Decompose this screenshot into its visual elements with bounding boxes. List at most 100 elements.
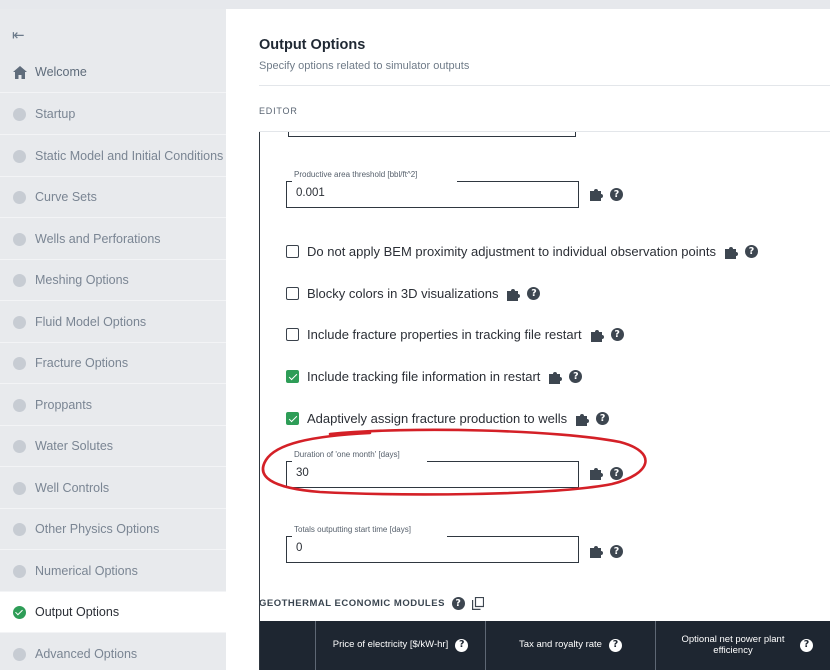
main-content: Output Options Specify options related t…: [226, 9, 830, 670]
checkbox-bem[interactable]: [286, 245, 299, 258]
divider: [259, 85, 830, 86]
column-label: Price of electricity [$/kW-hr]: [332, 639, 449, 651]
help-icon[interactable]: ?: [800, 639, 813, 652]
sidebar-item-other-physics[interactable]: Other Physics Options: [0, 509, 226, 550]
one-month-input[interactable]: [286, 461, 579, 488]
step-status-icon: [13, 232, 26, 246]
field-label: Totals outputting start time [days]: [294, 525, 411, 534]
help-icon[interactable]: ?: [451, 597, 465, 610]
field-label: Duration of 'one month' [days]: [294, 450, 400, 459]
editor-panel: Productive area threshold [bbl/ft^2] 0.0…: [259, 132, 830, 670]
step-status-icon: [13, 398, 26, 412]
checkbox-row-tracking-file[interactable]: Include tracking file information in res…: [286, 369, 583, 384]
sidebar-item-label: Startup: [35, 107, 76, 121]
collapse-left-icon[interactable]: ⇤: [12, 26, 25, 44]
checkbox-fracture-properties[interactable]: [286, 328, 299, 341]
sidebar-item-output[interactable]: Output Options: [0, 592, 226, 633]
copy-icon[interactable]: [471, 597, 484, 610]
checkbox-row-blocky-colors[interactable]: Blocky colors in 3D visualizations ?: [286, 286, 541, 301]
help-icon[interactable]: ?: [610, 466, 623, 480]
sidebar-item-proppants[interactable]: Proppants: [0, 385, 226, 426]
sidebar-item-label: Other Physics Options: [35, 522, 160, 536]
section-title: GEOTHERMAL ECONOMIC MODULES: [259, 598, 445, 609]
column-header-tax-royalty: Tax and royalty rate ?: [486, 621, 656, 670]
sidebar-item-well-controls[interactable]: Well Controls: [0, 468, 226, 509]
help-icon[interactable]: ?: [610, 187, 623, 201]
puzzle-icon[interactable]: [724, 245, 740, 259]
puzzle-icon[interactable]: [575, 412, 591, 426]
help-icon[interactable]: ?: [527, 287, 541, 300]
sidebar: ⇤ Welcome Startup Static Model and Initi…: [0, 9, 226, 670]
previous-field-edge: [288, 132, 576, 137]
checkbox-label: Blocky colors in 3D visualizations: [307, 286, 499, 301]
help-icon[interactable]: ?: [596, 412, 610, 425]
step-status-icon: [13, 564, 26, 578]
totals-start-field: Totals outputting start time [days] 0: [286, 525, 579, 565]
puzzle-icon[interactable]: [548, 370, 564, 384]
sidebar-item-static-model[interactable]: Static Model and Initial Conditions: [0, 136, 226, 177]
help-icon[interactable]: ?: [745, 245, 758, 258]
field-actions: ?: [575, 412, 610, 426]
field-actions: ?: [589, 466, 623, 480]
sidebar-item-fluid-model[interactable]: Fluid Model Options: [0, 302, 226, 343]
help-icon[interactable]: ?: [608, 639, 622, 652]
help-icon[interactable]: ?: [455, 639, 469, 652]
checkbox-tracking-file[interactable]: [286, 370, 299, 383]
field-actions: ?: [589, 544, 623, 558]
step-status-icon: [13, 647, 26, 661]
sidebar-item-fracture[interactable]: Fracture Options: [0, 343, 226, 384]
productive-area-input[interactable]: [286, 181, 579, 208]
sidebar-item-numerical[interactable]: Numerical Options: [0, 551, 226, 592]
checkbox-adaptive-production[interactable]: [286, 412, 299, 425]
step-status-icon: [13, 190, 26, 204]
geothermal-section-header: GEOTHERMAL ECONOMIC MODULES ?: [259, 597, 484, 610]
sidebar-item-label: Curve Sets: [35, 190, 97, 204]
sidebar-item-label: Well Controls: [35, 481, 110, 495]
help-icon[interactable]: ?: [569, 370, 583, 383]
checkbox-row-bem[interactable]: Do not apply BEM proximity adjustment to…: [286, 244, 758, 259]
sidebar-item-label: Numerical Options: [35, 564, 138, 578]
sidebar-item-water-solutes[interactable]: Water Solutes: [0, 426, 226, 467]
puzzle-icon[interactable]: [590, 328, 606, 342]
help-icon[interactable]: ?: [610, 328, 624, 341]
checkbox-label: Adaptively assign fracture production to…: [307, 411, 568, 426]
step-status-icon: [13, 107, 26, 121]
checkbox-row-fracture-properties[interactable]: Include fracture properties in tracking …: [286, 327, 624, 342]
sidebar-item-meshing[interactable]: Meshing Options: [0, 260, 226, 301]
puzzle-icon[interactable]: [589, 187, 605, 201]
field-value: 0.001: [296, 187, 325, 199]
puzzle-icon[interactable]: [589, 544, 605, 558]
sidebar-item-wells[interactable]: Wells and Perforations: [0, 219, 226, 260]
column-header-price-electricity: Price of electricity [$/kW-hr] ?: [316, 621, 486, 670]
tab-editor[interactable]: EDITOR: [259, 106, 298, 116]
checkbox-row-adaptive-production[interactable]: Adaptively assign fracture production to…: [286, 411, 610, 426]
sidebar-item-advanced[interactable]: Advanced Options: [0, 634, 226, 670]
field-value: 30: [296, 467, 309, 479]
sidebar-item-label: Fluid Model Options: [35, 315, 147, 329]
step-status-icon: [13, 273, 26, 287]
field-actions: ?: [589, 187, 623, 201]
check-circle-icon: [13, 605, 26, 619]
sidebar-item-welcome[interactable]: Welcome: [0, 52, 226, 93]
step-status-icon: [13, 149, 26, 163]
help-icon[interactable]: ?: [610, 544, 623, 558]
home-icon: [13, 65, 27, 79]
sidebar-item-label: Welcome: [35, 65, 87, 79]
field-actions: ?: [724, 245, 758, 259]
totals-start-input[interactable]: [286, 536, 579, 563]
sidebar-item-label: Static Model and Initial Conditions: [35, 149, 224, 163]
checkbox-blocky-colors[interactable]: [286, 287, 299, 300]
column-header-empty: [260, 621, 316, 670]
checkbox-label: Include tracking file information in res…: [307, 369, 541, 384]
puzzle-icon[interactable]: [506, 287, 522, 301]
geothermal-table-header: Price of electricity [$/kW-hr] ? Tax and…: [260, 621, 830, 670]
field-actions: ?: [590, 328, 624, 342]
sidebar-item-curve-sets[interactable]: Curve Sets: [0, 177, 226, 218]
column-label: Optional net power plant efficiency: [681, 633, 785, 656]
step-status-icon: [13, 522, 26, 536]
sidebar-item-startup[interactable]: Startup: [0, 94, 226, 135]
one-month-field: Duration of 'one month' [days] 30: [286, 450, 579, 490]
puzzle-icon[interactable]: [589, 466, 605, 480]
step-status-icon: [13, 315, 26, 329]
checkbox-label: Include fracture properties in tracking …: [307, 327, 582, 342]
